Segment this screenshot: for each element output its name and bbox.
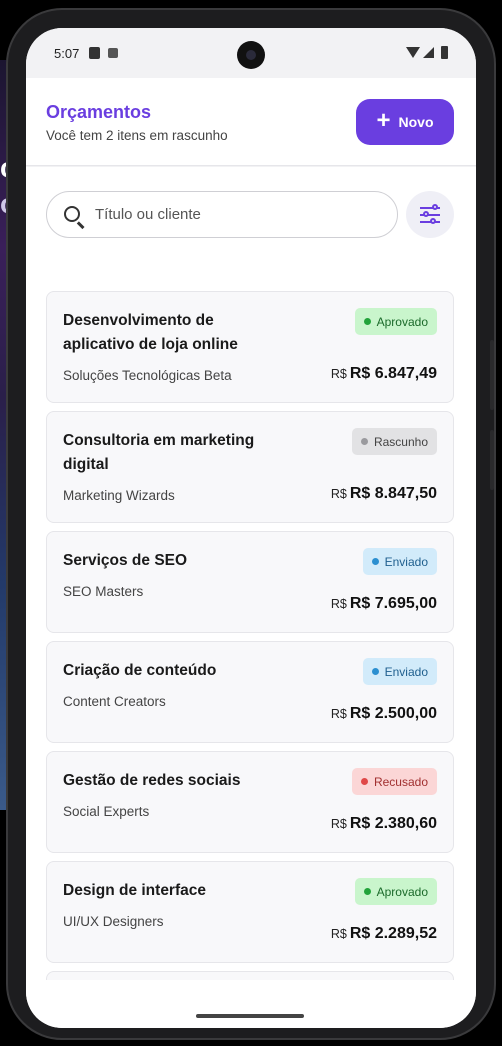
- quote-client: UI/UX Designers: [63, 914, 164, 929]
- home-indicator[interactable]: [196, 1014, 304, 1018]
- plus-icon: +: [376, 107, 391, 134]
- status-dot-icon: [360, 438, 368, 445]
- status-badge: Enviado: [362, 548, 437, 575]
- status-badge: Enviado: [362, 658, 437, 685]
- search-input[interactable]: Título ou cliente: [46, 191, 398, 238]
- status-badge: Aprovado: [354, 878, 437, 905]
- quote-card[interactable]: Desenvolvimento de websiteRascunho: [46, 971, 454, 980]
- amount-value: R$ 6.847,49: [349, 365, 437, 382]
- status-dot-icon: [363, 888, 371, 895]
- quote-amount: R$ R$ 6.847,49: [331, 365, 437, 383]
- quote-title: Consultoria em marketing digital: [63, 432, 255, 473]
- amount-value: R$ 2.289,52: [349, 925, 437, 942]
- status-badge: Recusado: [351, 768, 437, 795]
- new-quote-button[interactable]: + Novo: [356, 99, 454, 145]
- filter-button[interactable]: [406, 191, 454, 238]
- app-screen: 5:07 Orçamentos Você tem 2 itens em rasc…: [26, 28, 476, 1028]
- status-label: Recusado: [373, 774, 428, 789]
- currency-symbol: R$: [330, 707, 347, 721]
- quote-card[interactable]: Consultoria em marketing digital Marketin…: [46, 411, 454, 523]
- quote-amount: R$ R$ 2.500,00: [331, 705, 437, 723]
- quote-title: Gestão de redes sociais: [63, 772, 241, 789]
- quote-title: Criação de conteúdo: [63, 662, 217, 679]
- status-label: Enviado: [384, 554, 428, 569]
- currency-symbol: R$: [330, 817, 347, 831]
- quote-card[interactable]: Serviços de SEO SEO Masters Enviado R$ R$ 7.…: [46, 531, 454, 633]
- page-title: Orçamentos: [46, 102, 152, 122]
- amount-value: R$ 8.847,50: [349, 485, 437, 502]
- status-time: 5:07: [54, 46, 80, 61]
- search-icon: [64, 206, 80, 222]
- status-label: Enviado: [384, 664, 428, 679]
- wifi-icon: [406, 47, 420, 58]
- status-badge: Rascunho: [351, 428, 437, 455]
- status-bar: 5:07: [26, 28, 476, 78]
- quote-amount: R$ R$ 2.380,60: [331, 815, 437, 833]
- battery-icon: [441, 46, 448, 59]
- quote-card[interactable]: Desenvolvimento de aplicativo de loja on…: [46, 291, 454, 403]
- quote-title: Design de interface: [63, 882, 206, 899]
- quote-client: Content Creators: [63, 694, 166, 709]
- amount-value: R$ 7.695,00: [349, 595, 437, 612]
- search-placeholder: Título ou cliente: [95, 206, 201, 223]
- power-button: [490, 430, 494, 490]
- page-subtitle: Você tem 2 itens em rascunho: [46, 128, 228, 143]
- status-label: Rascunho: [373, 434, 428, 449]
- quote-amount: R$ R$ 7.695,00: [331, 595, 437, 613]
- status-dot-icon: [371, 668, 379, 675]
- status-label: Aprovado: [376, 884, 428, 899]
- status-dot-icon: [363, 318, 371, 325]
- quote-card[interactable]: Design de interface UI/UX Designers Aprova…: [46, 861, 454, 963]
- quote-client: Soluções Tecnológicas Beta: [63, 368, 232, 383]
- quote-amount: R$ R$ 2.289,52: [331, 925, 437, 943]
- quote-title: Serviços de SEO: [63, 552, 188, 569]
- status-label: Aprovado: [376, 314, 428, 329]
- front-camera: [237, 41, 265, 69]
- status-dot-icon: [371, 558, 379, 565]
- status-dot-icon: [360, 778, 368, 785]
- quote-client: SEO Masters: [63, 584, 144, 599]
- quote-client: Marketing Wizards: [63, 488, 175, 503]
- currency-symbol: R$: [330, 487, 347, 501]
- currency-symbol: R$: [330, 597, 347, 611]
- notification-icon: [108, 48, 118, 58]
- currency-symbol: R$: [330, 927, 347, 941]
- volume-button: [490, 340, 494, 410]
- currency-symbol: R$: [330, 367, 347, 381]
- sd-card-icon: [89, 47, 100, 59]
- gesture-nav-bar: [26, 980, 476, 1028]
- cell-signal-icon: [423, 47, 434, 58]
- amount-value: R$ 2.380,60: [349, 815, 437, 832]
- quote-client: Social Experts: [63, 804, 150, 819]
- app-header: Orçamentos Você tem 2 itens em rascunho …: [26, 78, 476, 166]
- status-badge: Aprovado: [354, 308, 437, 335]
- quote-card[interactable]: Gestão de redes sociais Social Experts Rec…: [46, 751, 454, 853]
- amount-value: R$ 2.500,00: [349, 705, 437, 722]
- quotes-list-area[interactable]: Título ou cliente Desenvolvimento de apl…: [26, 167, 476, 980]
- quote-amount: R$ R$ 8.847,50: [331, 485, 437, 503]
- quote-title: Desenvolvimento de aplicativo de loja on…: [63, 312, 238, 353]
- new-quote-label: Novo: [398, 114, 434, 130]
- quote-card[interactable]: Criação de conteúdo Content Creators Envia…: [46, 641, 454, 743]
